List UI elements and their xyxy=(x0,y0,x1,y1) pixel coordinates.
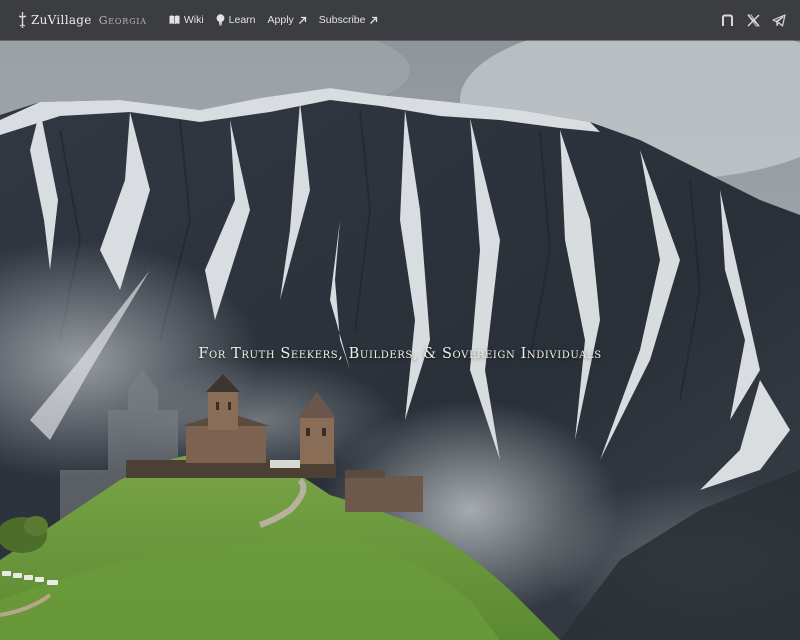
nav-link-label: Subscribe xyxy=(318,14,366,26)
external-arrow-icon xyxy=(298,16,306,24)
x-link[interactable] xyxy=(746,13,760,27)
nav-link-label: Apply xyxy=(267,14,294,26)
georgian-cross-icon xyxy=(18,12,27,28)
notion-icon xyxy=(721,14,733,26)
telegram-link[interactable] xyxy=(772,13,786,27)
nav-link-subscribe[interactable]: Subscribe xyxy=(319,14,379,26)
nav-link-wiki[interactable]: Wiki xyxy=(169,14,204,26)
brand-logo[interactable]: ZuVillage Georgia xyxy=(17,11,147,29)
brand-region: Georgia xyxy=(98,13,147,27)
top-nav: ZuVillage Georgia Wiki Learn Apply Subsc… xyxy=(0,0,800,40)
nav-link-learn[interactable]: Learn xyxy=(216,14,256,26)
notion-link[interactable] xyxy=(720,13,734,27)
telegram-icon xyxy=(772,13,786,27)
nav-link-label: Learn xyxy=(228,14,256,26)
external-arrow-icon xyxy=(370,16,378,24)
nav-link-apply[interactable]: Apply xyxy=(268,14,307,26)
lightbulb-icon xyxy=(216,14,225,26)
brand-name: ZuVillage xyxy=(31,13,92,27)
hero-section: For Truth Seekers, Builders, & Sovereign… xyxy=(0,40,800,640)
nav-link-label: Wiki xyxy=(183,14,204,26)
mountain-landscape-image xyxy=(0,40,800,640)
x-icon xyxy=(746,14,760,26)
hero-tagline: For Truth Seekers, Builders, & Sovereign… xyxy=(198,346,602,362)
book-icon xyxy=(169,15,180,25)
nav-links: Wiki Learn Apply Subscribe xyxy=(169,14,391,26)
social-links xyxy=(708,0,786,40)
